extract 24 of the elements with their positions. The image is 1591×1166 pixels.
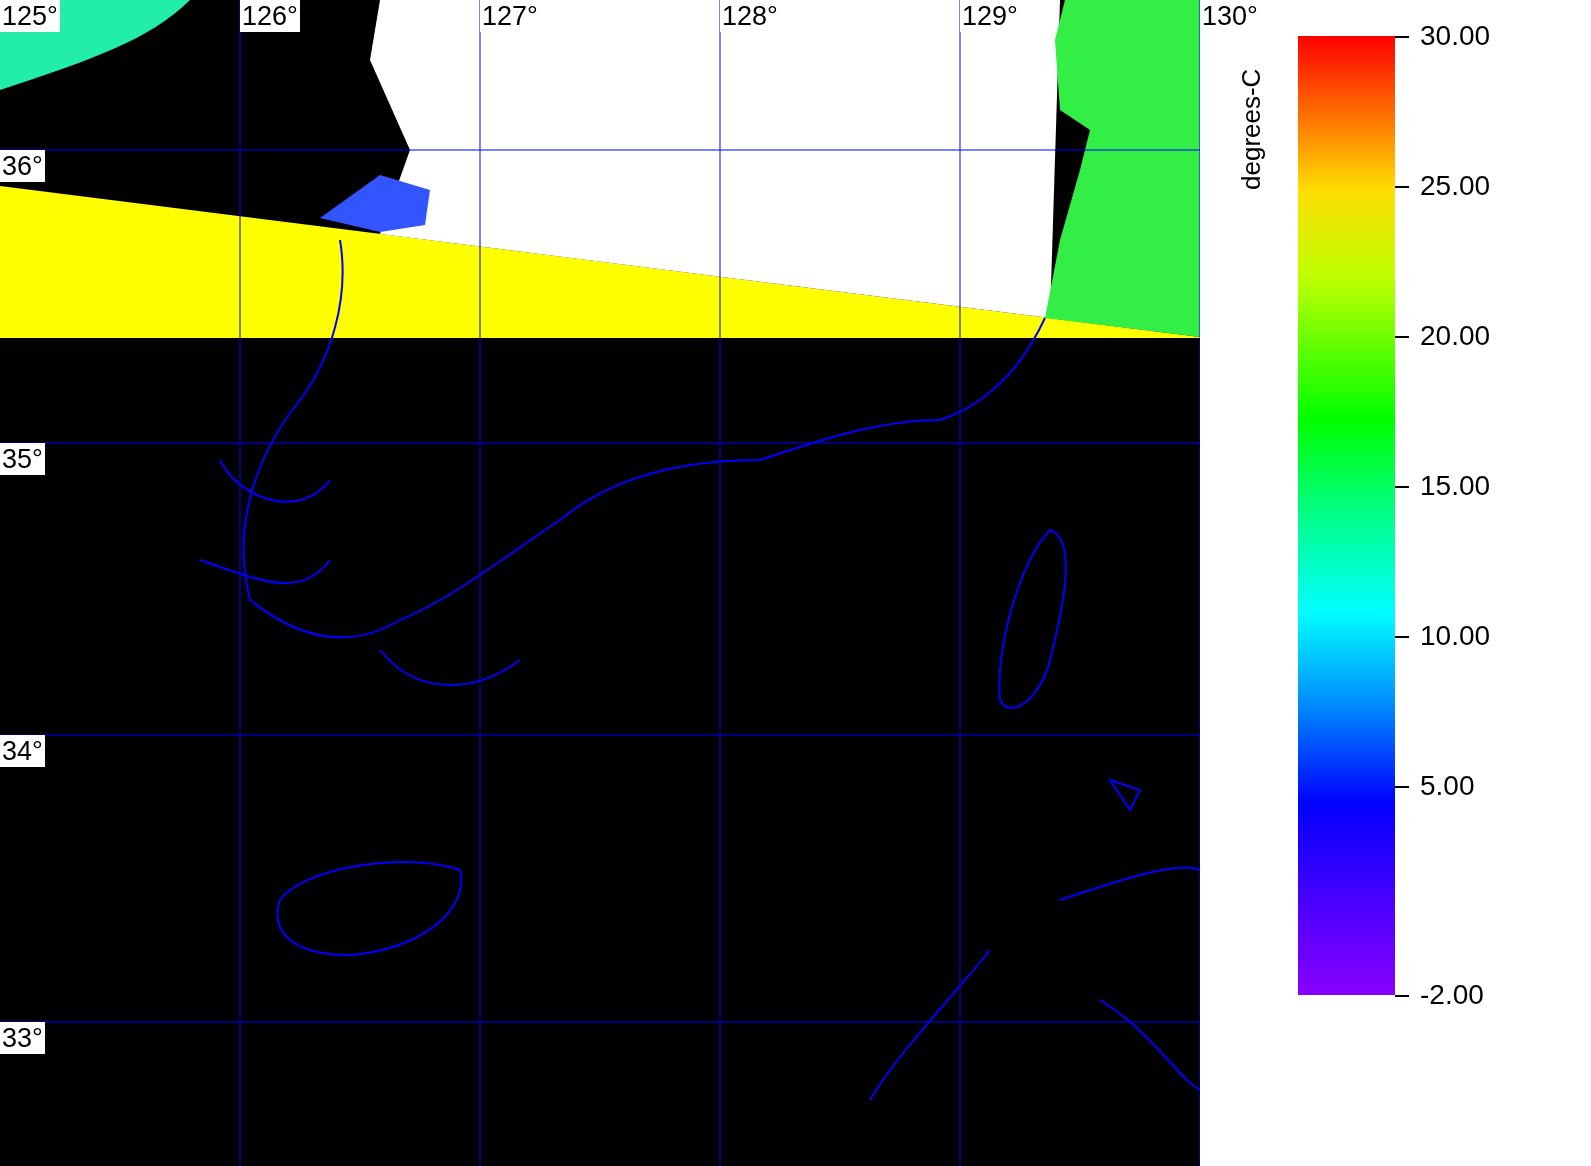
tick-mark — [1395, 36, 1409, 38]
scale-value: 10.00 — [1420, 621, 1491, 651]
scale-value: 25.00 — [1420, 171, 1491, 201]
scale-value: 15.00 — [1420, 471, 1491, 501]
tick-mark — [1395, 186, 1409, 188]
tick-mark — [1395, 786, 1409, 788]
latitude-label: 35° — [0, 443, 45, 475]
scale-value: 20.00 — [1420, 321, 1491, 351]
tick-mark — [1395, 995, 1409, 997]
scale-value: 5.00 — [1420, 771, 1475, 801]
latitude-label: 34° — [0, 735, 45, 767]
longitude-label: 128° — [720, 0, 780, 32]
longitude-label: 127° — [480, 0, 540, 32]
tick-mark — [1395, 486, 1409, 488]
tick-mark — [1395, 336, 1409, 338]
latitude-label: 36° — [0, 150, 45, 182]
longitude-label: 125° — [0, 0, 60, 32]
longitude-label: 126° — [240, 0, 300, 32]
scale-value: -2.00 — [1420, 980, 1484, 1010]
scale-value: 30.00 — [1420, 21, 1491, 51]
tick-mark — [1395, 636, 1409, 638]
legend-title: degrees-C — [1236, 68, 1267, 190]
latitude-label: 33° — [0, 1022, 45, 1054]
longitude-label: 129° — [960, 0, 1020, 32]
